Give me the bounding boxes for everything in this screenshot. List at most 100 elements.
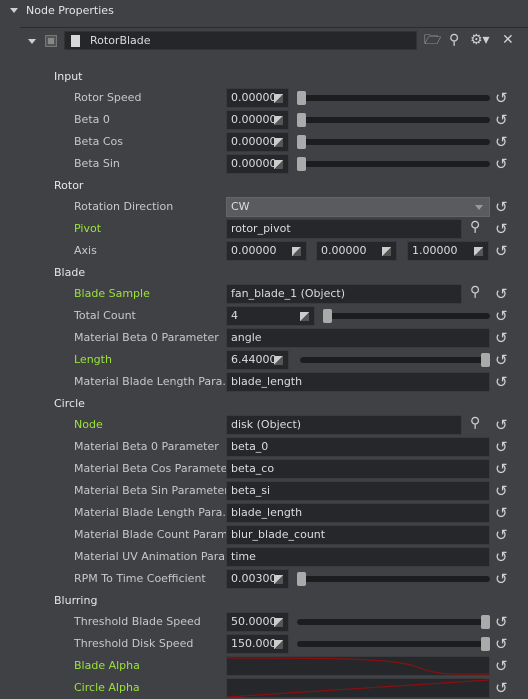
drag-handle-icon[interactable] — [292, 247, 301, 256]
reset-icon[interactable]: ↺ — [495, 416, 508, 434]
enabled-checkbox[interactable] — [45, 35, 57, 47]
value-slider[interactable] — [297, 113, 490, 127]
value-field[interactable]: 0.00000 — [226, 132, 289, 152]
expand-node-icon[interactable] — [28, 39, 36, 44]
reset-icon[interactable]: ↺ — [495, 504, 508, 522]
property-row: Pivot rotor_pivot ⚲ ↺ — [0, 218, 528, 240]
axis-field[interactable]: 0.00000 — [316, 241, 397, 261]
folder-icon[interactable]: 🗁 — [424, 31, 441, 49]
reset-icon[interactable]: ↺ — [495, 155, 508, 173]
text-field[interactable]: blade_length — [226, 372, 490, 392]
text-field[interactable]: beta_co — [226, 459, 490, 479]
search-icon[interactable]: ⚲ — [470, 415, 480, 431]
value-slider[interactable] — [300, 353, 490, 367]
axis-field[interactable]: 0.00000 — [226, 241, 307, 261]
value-field[interactable]: 0.00000 — [226, 154, 289, 174]
reset-icon[interactable]: ↺ — [495, 679, 508, 697]
axis-field[interactable]: 1.00000 — [407, 241, 489, 261]
reset-icon[interactable]: ↺ — [495, 307, 508, 325]
slider-knob[interactable] — [481, 637, 490, 651]
collapse-icon[interactable] — [10, 7, 18, 13]
search-icon[interactable]: ⚲ — [470, 284, 480, 300]
reset-icon[interactable]: ↺ — [495, 482, 508, 500]
reset-icon[interactable]: ↺ — [495, 460, 508, 478]
reference-field[interactable]: disk (Object) — [226, 415, 462, 435]
text-field[interactable]: beta_0 — [226, 437, 490, 457]
drag-handle-icon[interactable] — [274, 116, 283, 125]
drag-handle-icon[interactable] — [274, 138, 283, 147]
property-label: Total Count — [74, 309, 136, 322]
reset-icon[interactable]: ↺ — [495, 111, 508, 129]
divider — [20, 27, 528, 28]
property-label: Beta Sin — [74, 157, 120, 170]
slider-knob[interactable] — [481, 615, 490, 629]
text-field[interactable]: time — [226, 547, 490, 567]
reset-icon[interactable]: ↺ — [495, 285, 508, 303]
drag-handle-icon[interactable] — [382, 247, 391, 256]
value-field[interactable]: 6.44000 — [226, 350, 289, 370]
property-row: Material Blade Count Param... blur_blade_… — [0, 524, 528, 546]
reset-icon[interactable]: ↺ — [495, 526, 508, 544]
reset-icon[interactable]: ↺ — [495, 657, 508, 675]
close-icon[interactable]: ✕ — [502, 31, 514, 49]
reset-icon[interactable]: ↺ — [495, 635, 508, 653]
value-field[interactable]: 0.00000 — [226, 88, 289, 108]
slider-knob[interactable] — [481, 353, 490, 367]
reset-icon[interactable]: ↺ — [495, 351, 508, 369]
curve-editor[interactable] — [226, 678, 490, 698]
search-icon[interactable]: ⚲ — [449, 31, 459, 49]
drag-handle-icon[interactable] — [474, 247, 483, 256]
reference-field[interactable]: fan_blade_1 (Object) — [226, 284, 462, 304]
reset-icon[interactable]: ↺ — [495, 570, 508, 588]
value-slider[interactable] — [297, 615, 490, 629]
value-slider[interactable] — [297, 157, 490, 171]
reset-icon[interactable]: ↺ — [495, 438, 508, 456]
slider-knob[interactable] — [297, 157, 306, 171]
reset-icon[interactable]: ↺ — [495, 133, 508, 151]
reset-icon[interactable]: ↺ — [495, 242, 508, 260]
panel-header[interactable]: Node Properties — [0, 0, 528, 20]
property-row: Material Beta 0 Parameter beta_0 ↺ — [0, 436, 528, 458]
value-slider[interactable] — [297, 572, 490, 586]
value-field[interactable]: 50.0000 — [226, 612, 289, 632]
curve-editor[interactable] — [226, 656, 490, 676]
drag-handle-icon[interactable] — [274, 575, 283, 584]
value-slider[interactable] — [297, 135, 490, 149]
text-field[interactable]: angle — [226, 328, 490, 348]
search-icon[interactable]: ⚲ — [470, 219, 480, 235]
reset-icon[interactable]: ↺ — [495, 548, 508, 566]
value-field[interactable]: 0.00300 — [226, 569, 289, 589]
reference-field[interactable]: rotor_pivot — [226, 219, 462, 239]
drag-handle-icon[interactable] — [300, 312, 309, 321]
reset-icon[interactable]: ↺ — [495, 220, 508, 238]
text-field[interactable]: beta_si — [226, 481, 490, 501]
reset-icon[interactable]: ↺ — [495, 373, 508, 391]
field-value: CW — [231, 200, 250, 213]
drag-handle-icon[interactable] — [274, 356, 283, 365]
drag-handle-icon[interactable] — [274, 618, 283, 627]
value-field[interactable]: 0.00000 — [226, 110, 289, 130]
slider-knob[interactable] — [297, 135, 306, 149]
property-row: Beta Cos 0.00000 ↺ — [0, 131, 528, 153]
value-slider[interactable] — [323, 309, 490, 323]
drag-handle-icon[interactable] — [274, 160, 283, 169]
text-field[interactable]: blade_length — [226, 503, 490, 523]
gear-dropdown-icon[interactable]: ⚙▾ — [470, 31, 490, 49]
drag-handle-icon[interactable] — [274, 94, 283, 103]
value-field[interactable]: 4 — [226, 306, 315, 326]
reset-icon[interactable]: ↺ — [495, 198, 508, 216]
value-slider[interactable] — [297, 91, 490, 105]
value-slider[interactable] — [297, 637, 490, 651]
node-name-field[interactable]: RotorBlade — [64, 31, 417, 50]
text-field[interactable]: blur_blade_count — [226, 525, 490, 545]
reset-icon[interactable]: ↺ — [495, 89, 508, 107]
reset-icon[interactable]: ↺ — [495, 329, 508, 347]
dropdown[interactable]: CW — [226, 197, 490, 217]
slider-knob[interactable] — [297, 91, 306, 105]
slider-knob[interactable] — [323, 309, 332, 323]
drag-handle-icon[interactable] — [274, 640, 283, 649]
slider-knob[interactable] — [297, 572, 306, 586]
value-field[interactable]: 150.000 — [226, 634, 289, 654]
slider-knob[interactable] — [297, 113, 306, 127]
reset-icon[interactable]: ↺ — [495, 613, 508, 631]
